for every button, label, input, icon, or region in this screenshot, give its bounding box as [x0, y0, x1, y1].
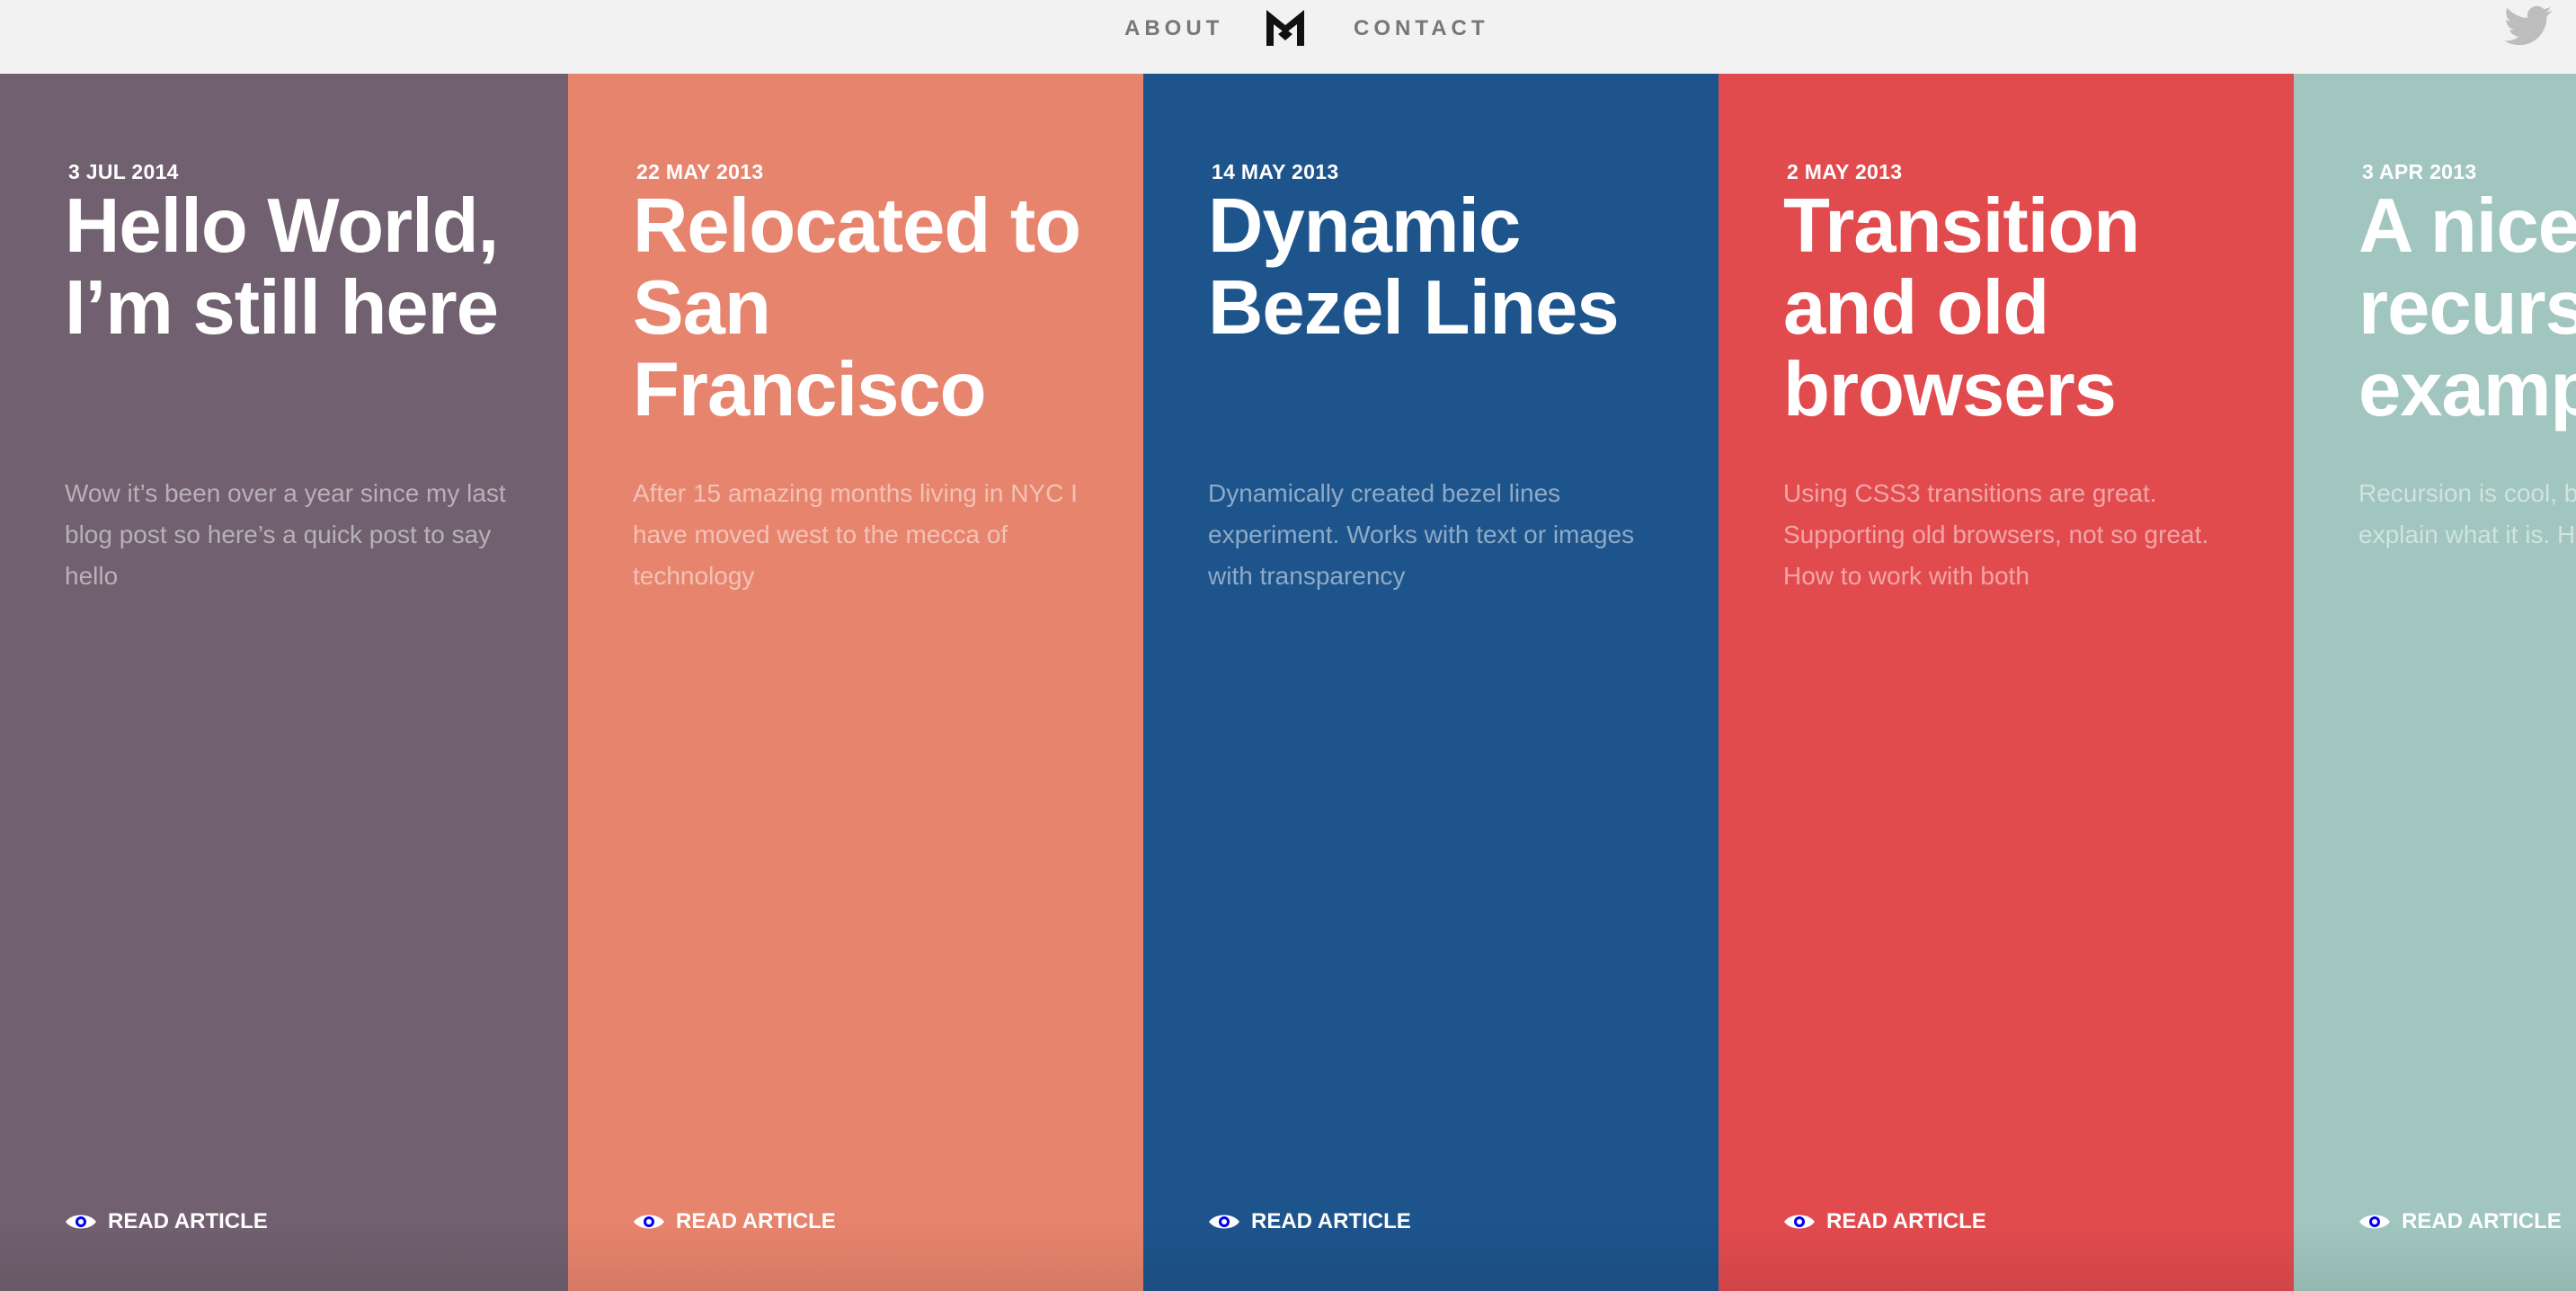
article-date: 3 JUL 2014 — [68, 160, 179, 183]
article-card[interactable]: 3 JUL 2014 Hello World, I’m still here W… — [0, 74, 575, 1291]
m-monogram-icon[interactable] — [1263, 7, 1308, 49]
article-excerpt: Using CSS3 transitions are great. Suppor… — [1783, 479, 2209, 590]
article-card[interactable]: 22 MAY 2013 Relocated to San Francisco A… — [568, 74, 1143, 1291]
article-excerpt: After 15 amazing months living in NYC I … — [633, 479, 1078, 590]
article-title[interactable]: Dynamic Bezel Lines — [1208, 185, 1711, 349]
eye-icon — [634, 1215, 664, 1229]
article-title[interactable]: A nice recursive example — [2358, 185, 2576, 431]
read-article-label: READ ARTICLE — [676, 1209, 836, 1233]
top-navigation-bar: ABOUT CONTACT — [0, 0, 2576, 74]
article-excerpt: Wow it’s been over a year since my last … — [65, 479, 506, 590]
article-title[interactable]: Relocated to San Francisco — [633, 185, 1136, 431]
twitter-bird-icon[interactable] — [2504, 5, 2553, 47]
nav-contact-link[interactable]: CONTACT — [1354, 16, 1489, 41]
read-article-label: READ ARTICLE — [108, 1209, 268, 1233]
read-article-link[interactable]: READ ARTICLE — [1783, 1209, 1986, 1234]
read-article-link[interactable]: READ ARTICLE — [633, 1209, 836, 1234]
article-card[interactable]: 3 APR 2013 A nice recursive example Recu… — [2294, 74, 2576, 1291]
read-article-link[interactable]: READ ARTICLE — [1208, 1209, 1411, 1234]
article-date: 22 MAY 2013 — [636, 160, 764, 183]
article-title[interactable]: Transition and old browsers — [1783, 185, 2287, 431]
read-article-link[interactable]: READ ARTICLE — [65, 1209, 268, 1234]
article-excerpt: Dynamically created bezel lines experime… — [1208, 479, 1635, 590]
eye-icon — [66, 1215, 96, 1229]
nav-about-link[interactable]: ABOUT — [1124, 16, 1223, 41]
read-article-label: READ ARTICLE — [1251, 1209, 1411, 1233]
article-title[interactable]: Hello World, I’m still here — [65, 185, 568, 349]
read-article-label: READ ARTICLE — [2402, 1209, 2562, 1233]
article-date: 2 MAY 2013 — [1787, 160, 1903, 183]
eye-icon — [1784, 1215, 1815, 1229]
article-card[interactable]: 14 MAY 2013 Dynamic Bezel Lines Dynamica… — [1143, 74, 1719, 1291]
article-date: 3 APR 2013 — [2362, 160, 2477, 183]
article-excerpt: Recursion is cool, but can be hard to ex… — [2358, 479, 2576, 548]
eye-icon — [1209, 1215, 1239, 1229]
read-article-link[interactable]: READ ARTICLE — [2358, 1209, 2562, 1234]
article-cards: 3 JUL 2014 Hello World, I’m still here W… — [0, 74, 2576, 1291]
eye-icon — [2359, 1215, 2390, 1229]
article-card[interactable]: 2 MAY 2013 Transition and old browsers U… — [1719, 74, 2294, 1291]
read-article-label: READ ARTICLE — [1826, 1209, 1986, 1233]
article-date: 14 MAY 2013 — [1212, 160, 1339, 183]
